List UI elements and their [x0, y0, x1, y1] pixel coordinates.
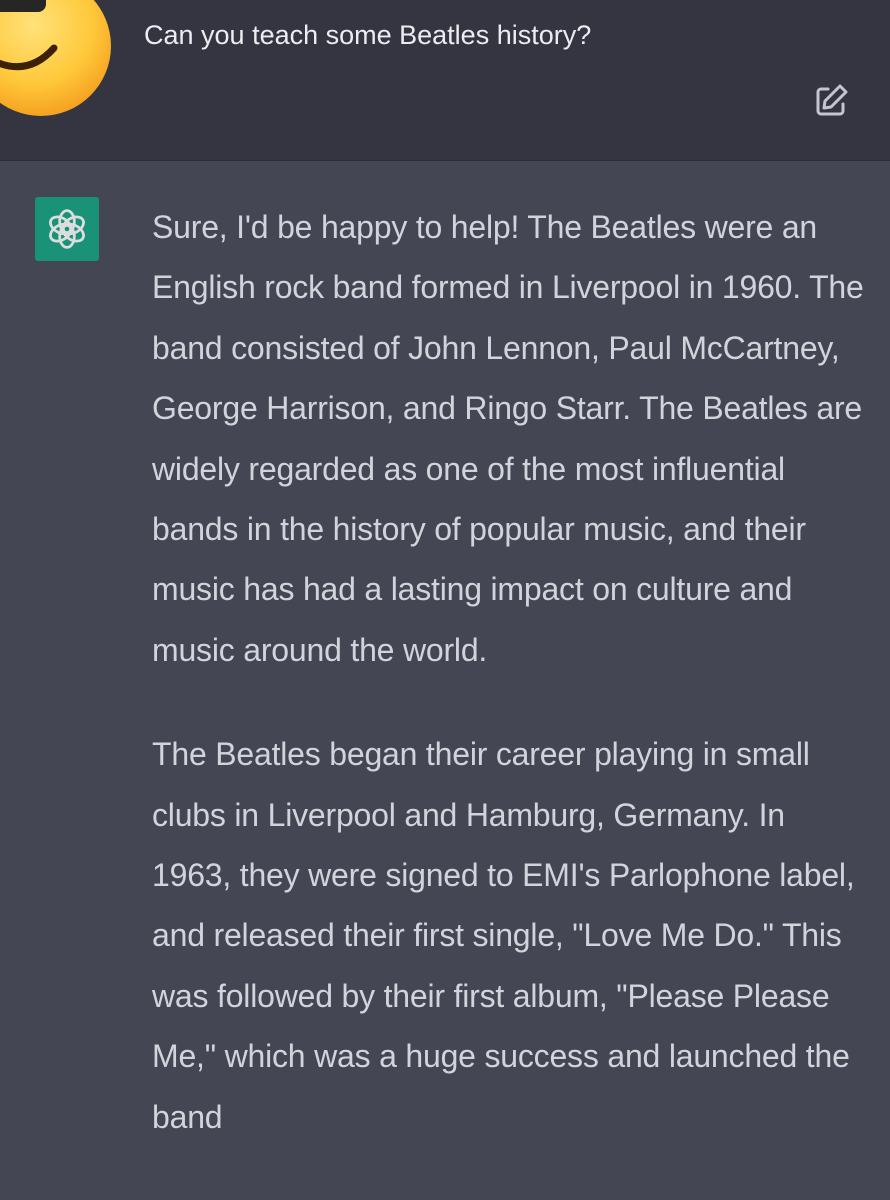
response-paragraph: Sure, I'd be happy to help! The Beatles … [152, 209, 864, 668]
edit-message-button[interactable] [812, 82, 850, 120]
openai-logo-icon [49, 209, 85, 249]
sunglasses-emoji-icon [0, 0, 111, 116]
assistant-avatar [35, 197, 99, 261]
assistant-response: Sure, I'd be happy to help! The Beatles … [152, 197, 867, 1191]
edit-pencil-icon [816, 84, 848, 116]
assistant-message-row: Sure, I'd be happy to help! The Beatles … [0, 161, 890, 1200]
user-message-text: Can you teach some Beatles history? [144, 20, 592, 50]
user-message-row: Can you teach some Beatles history? [0, 0, 890, 161]
response-paragraph: The Beatles began their career playing i… [152, 736, 855, 1135]
